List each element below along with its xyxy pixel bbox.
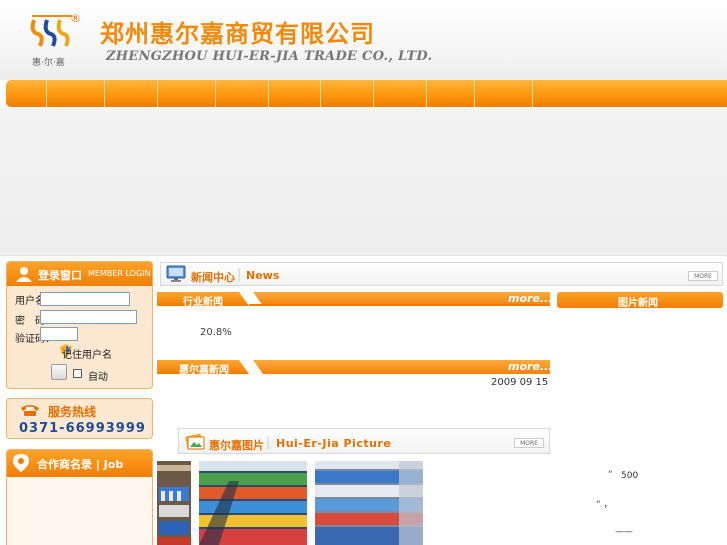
auto-login-checkbox[interactable]: [73, 369, 82, 378]
login-title-en: MEMBER LOGIN: [88, 269, 151, 278]
photo-image: [199, 461, 307, 545]
photo-news-quote: “: [608, 470, 613, 480]
picture-more-button[interactable]: MORE: [514, 438, 544, 448]
picture-title-en: Hui-Er-Jia Picture: [276, 437, 392, 450]
nav-item-5[interactable]: [216, 80, 269, 107]
industry-news-bar: 行业新闻 more...: [157, 292, 552, 308]
company-news-date: 2009 09 15: [491, 377, 549, 388]
password-input[interactable]: [40, 310, 137, 324]
nav-item-3[interactable]: [105, 80, 158, 107]
company-news-title: 惠尔嘉新闻: [179, 365, 229, 376]
member-login-panel: 登录窗口 MEMBER LOGIN 用户名： 密 码： 验证码： 记住用户名 自…: [6, 261, 153, 389]
nav-item-10[interactable]: [475, 80, 533, 107]
nav-item-11[interactable]: [533, 80, 727, 107]
photo-icon: [184, 433, 205, 450]
monitor-icon: [166, 265, 186, 282]
industry-news-title: 行业新闻: [183, 297, 223, 308]
photo-news-value[interactable]: 500: [621, 471, 638, 481]
login-button[interactable]: [51, 364, 67, 380]
main-navigation: [6, 80, 727, 107]
nav-item-4[interactable]: [158, 80, 216, 107]
location-pin-icon: [13, 454, 29, 472]
company-news-more-link[interactable]: more...: [508, 360, 552, 373]
company-name-cn: 郑州惠尔嘉商贸有限公司: [100, 20, 375, 48]
photo-image: [315, 461, 423, 545]
phone-icon: [21, 405, 39, 416]
company-name-en: ZHENGZHOU HUI-ER-JIA TRADE CO., LTD.: [106, 49, 433, 64]
partners-panel: 合作商名录 | Job: [6, 449, 153, 545]
news-center-title-cn: 新闻中心: [191, 271, 235, 284]
industry-news-more-link[interactable]: more...: [508, 292, 552, 305]
picture-section-header: 惠尔嘉图片 | Hui-Er-Jia Picture MORE: [178, 428, 550, 454]
login-header: 登录窗口 MEMBER LOGIN: [7, 262, 152, 286]
news-center-header: 新闻中心 | News MORE: [160, 262, 723, 286]
remember-username-label[interactable]: 记住用户名: [62, 346, 112, 361]
site-header: ® 惠·尔·嘉 郑州惠尔嘉商贸有限公司 ZHENGZHOU HUI-ER-JIA…: [0, 0, 727, 80]
news-center-more-button[interactable]: MORE: [688, 271, 718, 281]
logo-subtext: 惠·尔·嘉: [32, 58, 65, 68]
title-divider: |: [237, 267, 242, 281]
company-logo[interactable]: ® 惠·尔·嘉: [30, 12, 90, 68]
partners-title[interactable]: 合作商名录 | Job: [37, 456, 123, 472]
picture-title-cn: 惠尔嘉图片: [209, 439, 264, 452]
hotline-title: 服务热线: [48, 405, 97, 419]
auto-login-label: 自动: [88, 372, 108, 383]
user-icon: [16, 267, 32, 282]
photo-news-title: 图片新闻: [618, 298, 658, 309]
service-hotline-panel: 服务热线 0371-66993999: [6, 398, 153, 439]
captcha-input[interactable]: [40, 327, 78, 341]
photo-news-header: 图片新闻: [557, 292, 723, 309]
photo-image: [157, 461, 191, 545]
partners-header: 合作商名录 | Job: [7, 450, 152, 477]
username-input[interactable]: [40, 292, 130, 306]
login-title-cn: 登录窗口: [38, 269, 82, 282]
nav-item-9[interactable]: [427, 80, 475, 107]
supermarket-photo-3[interactable]: [315, 461, 423, 545]
nav-item-2[interactable]: [47, 80, 105, 107]
news-center-title-en: News: [246, 269, 280, 282]
supermarket-photo-2[interactable]: [199, 461, 307, 545]
hero-banner: [0, 108, 727, 256]
nav-item-7[interactable]: [321, 80, 374, 107]
title-divider: |: [266, 435, 271, 449]
nav-item-8[interactable]: [374, 80, 427, 107]
photo-news-line[interactable]: “ ，: [596, 497, 613, 510]
company-news-bar: 惠尔嘉新闻 more...: [157, 360, 552, 376]
hotline-number: 0371-66993999: [19, 421, 146, 436]
photo-news-dash: ——: [615, 527, 633, 537]
nav-item-1[interactable]: [6, 80, 47, 107]
industry-news-item[interactable]: 20.8%: [200, 327, 232, 338]
supermarket-photo-1[interactable]: [157, 461, 191, 545]
registered-mark: ®: [70, 12, 81, 25]
nav-item-6[interactable]: [269, 80, 321, 107]
